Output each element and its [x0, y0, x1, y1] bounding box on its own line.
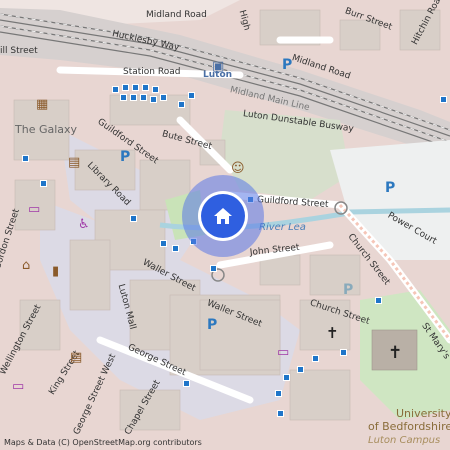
- shopping-icon: ▭: [12, 379, 25, 394]
- label-university-line2: of Bedfordshire: [368, 420, 450, 433]
- bus-stop-icon[interactable]: [210, 265, 217, 272]
- church-icon[interactable]: ✝: [388, 345, 402, 362]
- bus-stop-icon[interactable]: [188, 92, 195, 99]
- bus-stop-icon[interactable]: [283, 374, 290, 381]
- bus-stop-icon[interactable]: [277, 410, 284, 417]
- label-hill-street: ill Street: [0, 46, 38, 56]
- bus-stop-icon[interactable]: [312, 355, 319, 362]
- bus-stop-icon[interactable]: [160, 94, 167, 101]
- label-the-galaxy: The Galaxy: [15, 123, 78, 136]
- bus-stop-icon[interactable]: [120, 94, 127, 101]
- accessible-icon[interactable]: ♿: [78, 218, 90, 231]
- bus-stop-icon[interactable]: [150, 96, 157, 103]
- bus-stop-icon[interactable]: [152, 86, 159, 93]
- parking-icon[interactable]: P: [343, 283, 353, 297]
- bus-stop-icon[interactable]: [275, 390, 282, 397]
- bus-stop-icon[interactable]: [122, 84, 129, 91]
- bus-stop-icon[interactable]: [183, 380, 190, 387]
- bus-stop-icon[interactable]: [178, 101, 185, 108]
- bus-stop-icon[interactable]: [375, 297, 382, 304]
- library-icon[interactable]: ▤: [68, 156, 80, 169]
- parking-icon[interactable]: P: [207, 318, 217, 332]
- bus-stop-icon[interactable]: [40, 180, 47, 187]
- label-river-lea: River Lea: [259, 222, 306, 233]
- home-icon: [214, 208, 232, 224]
- bus-stop-icon[interactable]: [130, 215, 137, 222]
- label-station-road: Station Road: [123, 67, 181, 77]
- bus-stop-icon[interactable]: [440, 96, 447, 103]
- train-station-icon[interactable]: ▣: [212, 60, 224, 73]
- townhall-icon[interactable]: ⌂: [22, 259, 30, 272]
- church-icon[interactable]: ✝: [326, 326, 339, 341]
- label-midland-road-top: Midland Road: [146, 10, 207, 20]
- bus-stop-icon[interactable]: [142, 84, 149, 91]
- bus-stop-icon[interactable]: [340, 349, 347, 356]
- bus-stop-icon[interactable]: [160, 240, 167, 247]
- parking-icon[interactable]: P: [385, 181, 395, 195]
- bus-stop-icon[interactable]: [132, 84, 139, 91]
- bus-stop-icon[interactable]: [297, 366, 304, 373]
- bus-stop-icon[interactable]: [130, 94, 137, 101]
- shopping-icon[interactable]: ▭: [277, 346, 289, 359]
- theatre-icon[interactable]: ☺: [231, 162, 245, 175]
- shopping-icon[interactable]: ▭: [28, 203, 40, 216]
- bus-stop-icon[interactable]: [140, 94, 147, 101]
- map-view[interactable]: Midland Road Hucklesby Way Burr Street H…: [0, 0, 450, 450]
- parking-icon[interactable]: P: [120, 150, 130, 164]
- label-luton-campus: Luton Campus: [368, 435, 441, 446]
- label-university-line1: University: [396, 407, 450, 420]
- bus-stop-icon[interactable]: [22, 155, 29, 162]
- home-location-marker[interactable]: [201, 194, 245, 238]
- bus-stop-icon[interactable]: [112, 86, 119, 93]
- cinema-icon[interactable]: ▦: [36, 98, 48, 111]
- parking-icon[interactable]: P: [282, 58, 292, 72]
- monument-icon[interactable]: ▮: [52, 265, 59, 278]
- library-icon[interactable]: ▤: [70, 351, 82, 364]
- bus-stop-icon[interactable]: [172, 245, 179, 252]
- map-attribution: Maps & Data (C) OpenStreetMap.org contri…: [4, 438, 202, 447]
